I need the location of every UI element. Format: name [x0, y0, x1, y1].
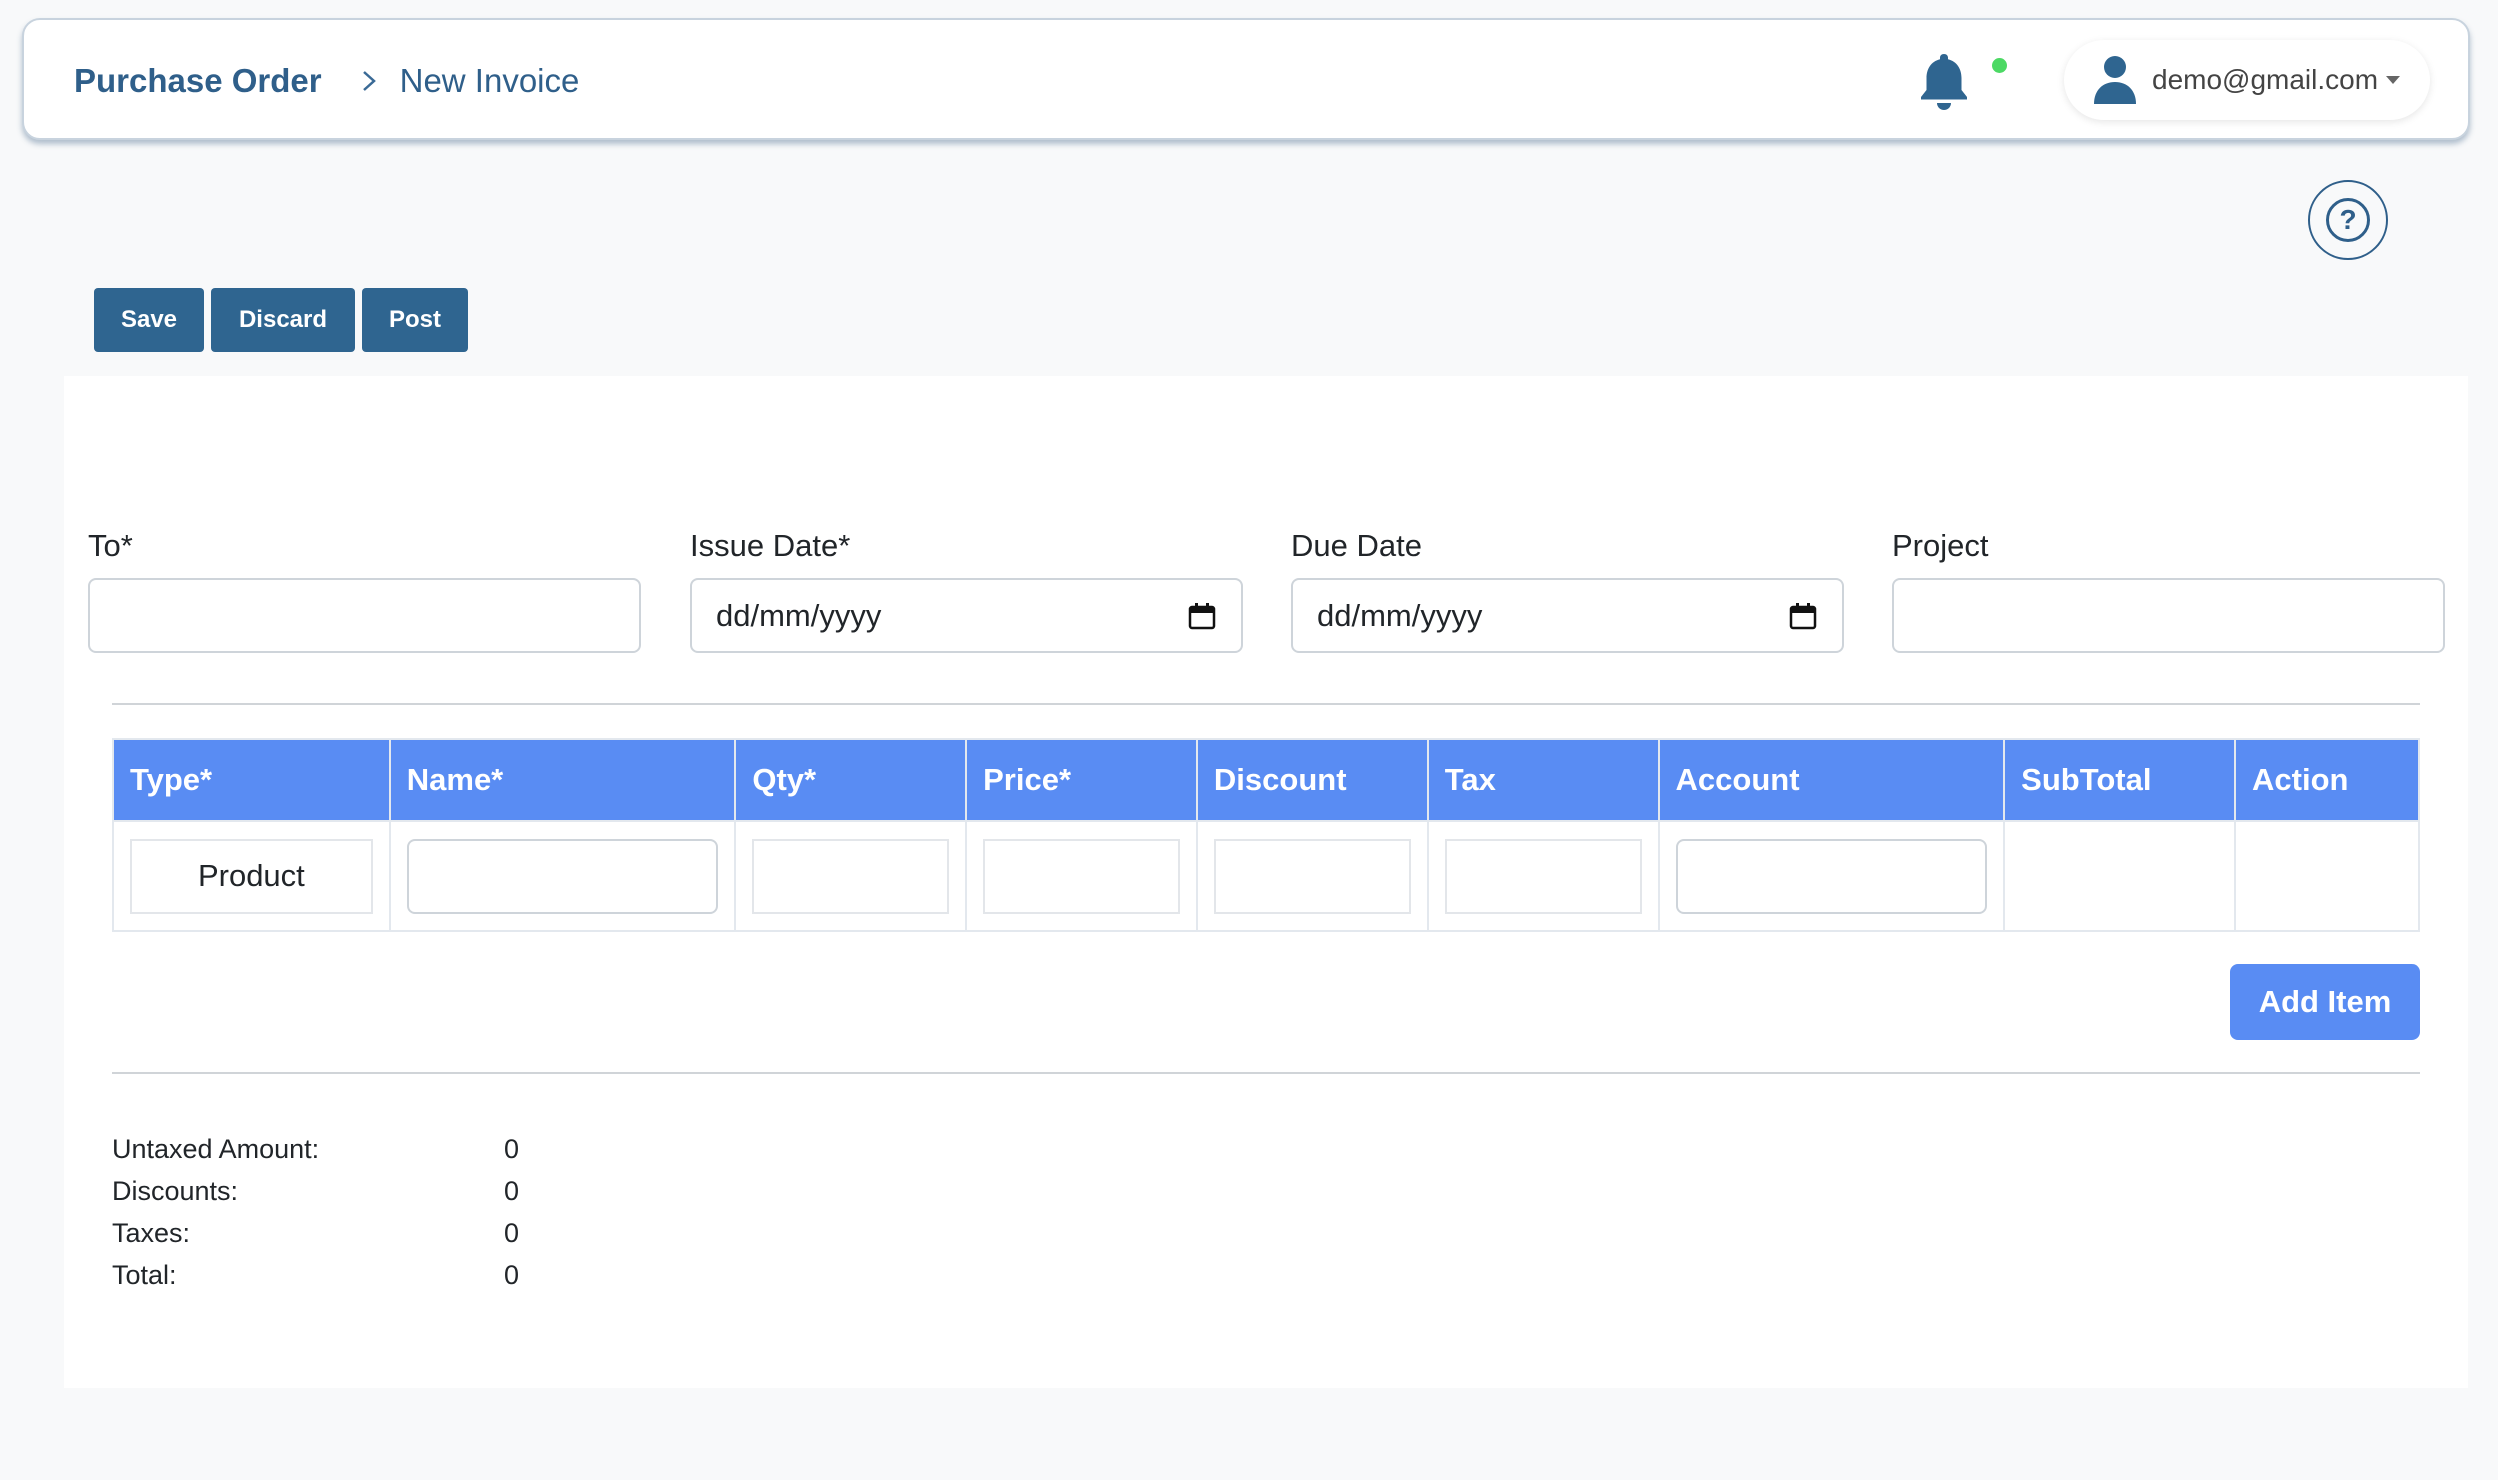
due-date-input[interactable]: dd/mm/yyyy	[1291, 578, 1844, 653]
cell-type: Product	[112, 820, 391, 932]
to-label: To*	[88, 528, 133, 563]
user-menu[interactable]: demo@gmail.com	[2064, 40, 2430, 120]
help-symbol: ?	[2339, 204, 2357, 235]
top-navbar: Purchase Order New Invoice demo@gmail.co…	[22, 18, 2470, 140]
chevron-right-icon	[360, 68, 378, 94]
project-label: Project	[1892, 528, 1989, 563]
calendar-icon[interactable]	[1187, 601, 1217, 631]
col-tax: Tax	[1426, 738, 1660, 822]
divider	[112, 703, 2420, 705]
invoice-form-card: To* Issue Date* dd/mm/yyyy Due Date dd/m…	[64, 376, 2468, 1388]
discount-input[interactable]	[1213, 838, 1411, 914]
due-date-placeholder: dd/mm/yyyy	[1317, 597, 1483, 633]
total-row-untaxed: Untaxed Amount: 0	[112, 1128, 519, 1170]
question-icon: ?	[2326, 198, 2370, 242]
name-input[interactable]	[406, 838, 719, 914]
taxes-value: 0	[504, 1217, 520, 1248]
issue-date-placeholder: dd/mm/yyyy	[716, 597, 882, 633]
issue-date-input[interactable]: dd/mm/yyyy	[690, 578, 1243, 653]
discounts-value: 0	[504, 1175, 520, 1206]
col-discount: Discount	[1195, 738, 1429, 822]
breadcrumb: Purchase Order New Invoice	[74, 20, 579, 142]
toolbar: Save Discard Post	[94, 288, 468, 352]
notification-bell-icon[interactable]	[1912, 48, 1976, 112]
col-price: Price*	[965, 738, 1198, 822]
project-input[interactable]	[1892, 578, 2445, 653]
discounts-label: Discounts:	[112, 1175, 239, 1206]
to-field: To*	[88, 528, 641, 653]
post-button[interactable]: Post	[362, 288, 468, 352]
untaxed-amount-value: 0	[504, 1133, 520, 1164]
total-row-total: Total: 0	[112, 1254, 519, 1296]
col-account: Account	[1657, 738, 2006, 822]
save-button[interactable]: Save	[94, 288, 204, 352]
user-avatar-icon	[2094, 56, 2136, 104]
total-row-taxes: Taxes: 0	[112, 1212, 519, 1254]
caret-down-icon	[2386, 76, 2401, 84]
col-qty: Qty*	[734, 738, 968, 822]
price-input[interactable]	[983, 838, 1180, 914]
cell-account	[1657, 820, 2006, 932]
due-date-field: Due Date dd/mm/yyyy	[1291, 528, 1844, 653]
cell-price	[965, 820, 1198, 932]
total-label: Total:	[112, 1259, 177, 1290]
col-action: Action	[2234, 738, 2420, 822]
col-subtotal: SubTotal	[2003, 738, 2237, 822]
discard-button[interactable]: Discard	[211, 288, 355, 352]
tax-input[interactable]	[1444, 838, 1642, 914]
cell-qty	[734, 820, 968, 932]
col-type: Type*	[112, 738, 391, 822]
divider	[112, 1072, 2420, 1074]
cell-discount	[1195, 820, 1429, 932]
table-row: Product	[112, 820, 2420, 932]
user-email: demo@gmail.com	[2152, 64, 2379, 95]
add-item-button[interactable]: Add Item	[2230, 964, 2420, 1040]
project-field: Project	[1892, 528, 2445, 653]
cell-action	[2234, 820, 2420, 932]
breadcrumb-purchase-order[interactable]: Purchase Order	[74, 62, 322, 100]
untaxed-amount-label: Untaxed Amount:	[112, 1133, 320, 1164]
issue-date-field: Issue Date* dd/mm/yyyy	[690, 528, 1243, 653]
cell-name	[388, 820, 737, 932]
table-header-row: Type* Name* Qty* Price* Discount Tax Acc…	[112, 738, 2420, 822]
items-table: Type* Name* Qty* Price* Discount Tax Acc…	[112, 738, 2420, 932]
qty-input[interactable]	[752, 838, 950, 914]
help-button[interactable]: ?	[2308, 180, 2388, 260]
col-name: Name*	[388, 738, 737, 822]
totals-summary: Untaxed Amount: 0 Discounts: 0 Taxes: 0 …	[112, 1128, 519, 1296]
type-select[interactable]: Product	[130, 838, 373, 914]
total-row-discounts: Discounts: 0	[112, 1170, 519, 1212]
taxes-label: Taxes:	[112, 1217, 191, 1248]
issue-date-label: Issue Date*	[690, 528, 851, 563]
cell-subtotal	[2003, 820, 2237, 932]
cell-tax	[1426, 820, 1660, 932]
to-input[interactable]	[88, 578, 641, 653]
total-value: 0	[504, 1259, 520, 1290]
calendar-icon[interactable]	[1788, 601, 1818, 631]
due-date-label: Due Date	[1291, 528, 1422, 563]
account-input[interactable]	[1675, 838, 1988, 914]
breadcrumb-new-invoice: New Invoice	[399, 62, 580, 99]
notification-dot	[1992, 58, 2007, 73]
